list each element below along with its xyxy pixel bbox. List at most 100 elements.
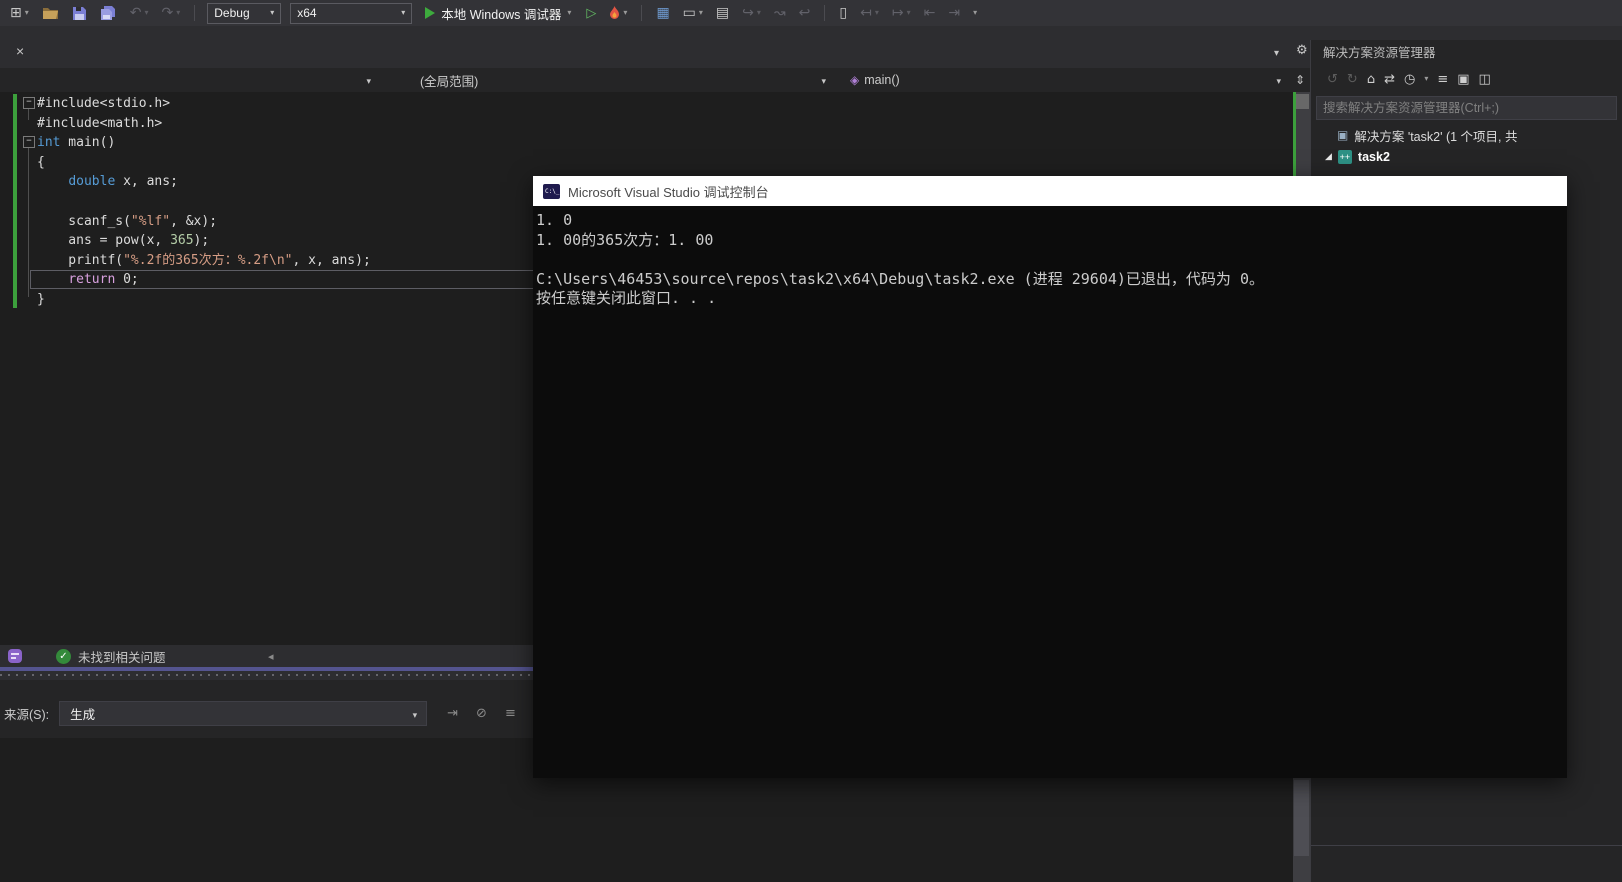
step-out-icon: ↩ [798,5,811,21]
start-debug-button[interactable]: 本地 Windows 调试器 ▾ [421,4,575,23]
step-into-button[interactable]: ↪ ▾ [740,2,763,24]
start-without-debug-button[interactable]: ▷ [584,2,598,24]
chevron-down-icon: ▾ [24,8,29,17]
next-bookmark-button[interactable]: ↦ ▾ [890,2,913,24]
nav-last-icon: ⇥ [948,5,961,21]
copilot-icon[interactable] [8,649,22,663]
configuration-select[interactable]: Debug ▾ [207,2,282,24]
scope-dropdown[interactable]: (全局范围) ▾ [380,68,835,92]
project-dropdown[interactable]: ▾ [0,68,380,92]
code-token: double [68,174,116,190]
screen-icon: ▭ [682,5,696,21]
output-source-label: 来源(S): [4,707,50,722]
pending-changes-filter-icon[interactable]: ◷ [1404,72,1415,87]
new-window-icon: ⊞ [10,5,22,21]
solution-search-input[interactable] [1316,96,1617,120]
play-outline-icon: ▷ [586,5,597,21]
tab-options-gear-icon[interactable]: ⚙ [1296,43,1308,58]
preview-button[interactable]: ▭ ▾ [681,2,705,24]
console-title: Microsoft Visual Studio 调试控制台 [568,184,769,200]
code-token: main() [60,135,116,151]
bookmark-button[interactable]: ▯ [837,2,849,24]
split-editor-button[interactable]: ⇕ [1290,68,1310,92]
last-bookmark-button[interactable]: ⇥ [946,2,962,24]
scrollbar-thumb[interactable] [1294,780,1309,856]
save-button[interactable] [70,2,89,24]
cpp-project-icon: ++ [1337,150,1352,164]
step-over-icon: ↝ [773,5,786,21]
fold-toggle[interactable]: − [23,136,35,148]
method-cube-icon: ◈ [850,73,860,87]
code-line[interactable]: int main() [0,133,1293,153]
chevron-down-icon: ▾ [698,8,703,17]
toolbar-separator [824,5,826,21]
console-line: 1. 00的365次方：1. 00 [536,230,714,249]
collapse-all-icon[interactable]: ▣ [1457,72,1469,87]
previous-bookmark-button[interactable]: ↤ ▾ [858,2,881,24]
console-line: 按任意键关闭此窗口. . . [536,289,717,307]
code-line[interactable]: #include<stdio.h> [0,94,1293,114]
new-item-button[interactable]: ⊞ ▾ [8,2,31,24]
nav-prev-icon: ↤ [860,5,872,21]
chevron-down-icon: ▾ [567,8,572,17]
output-source-select[interactable]: 生成 ▾ [59,700,428,726]
console-title-bar[interactable]: C:\_ Microsoft Visual Studio 调试控制台 [533,176,1567,206]
scrollbar-thumb[interactable] [1294,94,1309,109]
chevron-down-icon: ▾ [176,8,181,17]
step-into-icon: ↪ [742,5,754,21]
close-tab-button[interactable]: × [16,44,24,58]
undo-button[interactable]: ↶ ▾ [128,2,151,24]
code-token: 0; [115,272,139,288]
platform-value: x64 [297,6,317,20]
open-folder-icon [42,8,58,19]
save-icon [72,6,86,20]
tree-row-project[interactable]: ◢ ++ task2 [1311,146,1622,168]
expander-icon[interactable]: ◢ [1325,152,1332,162]
switch-views-icon[interactable]: ⇄ [1384,72,1395,87]
step-out-button[interactable]: ↩ [797,2,813,24]
code-line[interactable]: #include<math.h> [0,114,1293,134]
back-icon[interactable]: ↺ [1327,72,1338,87]
step-over-button[interactable]: ↝ [772,2,788,24]
editor-navigation-bar: ▾ (全局范围) ▾ ◈ main() ▾ ⇕ [0,68,1310,92]
toolbar-overflow-button[interactable]: ▾ [971,2,979,24]
console-output[interactable]: 1. 0 1. 00的365次方：1. 00 C:\Users\46453\so… [533,206,1567,778]
word-wrap-button[interactable]: ⇥ [447,706,458,721]
tab-list-dropdown[interactable]: ▾ [1274,48,1279,59]
chevron-down-icon: ▾ [874,8,879,17]
toolbar-separator [641,5,643,21]
platform-select[interactable]: x64 ▾ [290,2,413,24]
attach-process-button[interactable]: ▦ [654,2,671,24]
forward-icon[interactable]: ↻ [1347,72,1358,87]
save-all-button[interactable] [98,2,119,24]
code-line[interactable]: { [0,153,1293,173]
fold-toggle[interactable]: − [23,97,35,109]
tree-row-solution[interactable]: ▣ 解决方案 'task2' (1 个项目, 共 [1311,124,1622,146]
layout-button[interactable]: ▤ [714,2,731,24]
member-value: main() [864,73,900,87]
toggle-output-button[interactable]: ≡ [505,706,516,721]
layout-icon: ▤ [715,5,730,21]
redo-button[interactable]: ↷ ▾ [160,2,183,24]
clear-output-button[interactable]: ⊘ [476,706,487,721]
play-icon [425,7,436,19]
member-dropdown[interactable]: ◈ main() ▾ [835,68,1290,92]
debug-console-window: C:\_ Microsoft Visual Studio 调试控制台 1. 0 … [533,176,1567,778]
chevron-down-icon: ▾ [144,8,149,17]
console-app-icon: C:\_ [543,183,560,199]
home-icon[interactable]: ⌂ [1367,72,1375,87]
chevron-down-icon: ▾ [973,8,978,17]
preview-selected-items-icon[interactable]: ◫ [1479,72,1491,87]
code-token: #include<stdio.h> [37,96,171,111]
sync-with-active-document-icon[interactable]: ≡ [1437,72,1448,87]
first-bookmark-button[interactable]: ⇤ [922,2,938,24]
code-token: ); [193,233,210,249]
console-line: 1. 0 [536,211,573,229]
output-source-value: 生成 [70,707,96,722]
chevron-down-icon: ▾ [821,76,826,86]
open-file-button[interactable] [40,2,61,24]
scroll-left-arrow-icon[interactable]: ◂ [268,650,274,663]
hot-reload-button[interactable]: ▾ [607,2,629,24]
